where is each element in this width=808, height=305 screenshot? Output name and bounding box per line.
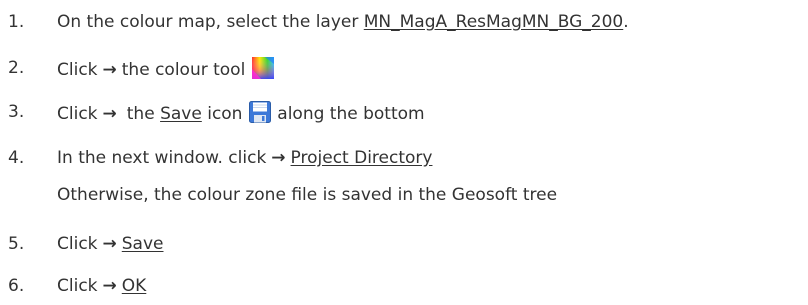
step-text-before: On the colour map, select the layer — [57, 12, 364, 32]
step-text: Click → OK — [57, 274, 146, 298]
save-link[interactable]: Save — [160, 104, 202, 124]
arrow-right-icon: → — [102, 60, 117, 80]
step-text-mid: the — [126, 104, 161, 124]
project-directory-link[interactable]: Project Directory — [291, 148, 433, 168]
step-text-mid2: icon — [201, 104, 243, 124]
step-text-after: . — [623, 12, 629, 32]
save-link[interactable]: Save — [122, 234, 164, 254]
step-text-before: Click — [57, 234, 98, 254]
step-text-before: In the next window. click — [57, 148, 267, 168]
step-text-after: the colour tool — [121, 60, 246, 80]
step-text-before: Click — [57, 276, 98, 296]
step-text: Click → Save — [57, 232, 164, 256]
step-text-before: Click — [57, 60, 98, 80]
layer-name-link[interactable]: MN_MagA_ResMagMN_BG_200 — [364, 12, 624, 32]
step-text: On the colour map, select the layer MN_M… — [57, 10, 629, 34]
ok-link[interactable]: OK — [122, 276, 147, 296]
step-text: Click → the colour tool — [57, 56, 275, 82]
arrow-right-icon: → — [102, 104, 117, 124]
step-number: 2. — [8, 58, 25, 78]
arrow-right-icon: → — [102, 234, 117, 254]
step-number: 5. — [8, 234, 25, 254]
note-text: Otherwise, the colour zone file is saved… — [57, 185, 558, 205]
step-text-before: Click — [57, 104, 98, 124]
save-icon[interactable] — [248, 100, 272, 124]
step-text: Click → the Save icon along the bottom — [57, 100, 425, 126]
colour-tool-icon[interactable] — [251, 56, 275, 80]
step-number: 4. — [8, 148, 25, 168]
step-number: 1. — [8, 12, 25, 32]
step-text: In the next window. click → Project Direct… — [57, 146, 432, 170]
instruction-list: 1. On the colour map, select the layer M… — [0, 0, 808, 305]
step-text-after: along the bottom — [277, 104, 425, 124]
step-number: 6. — [8, 276, 25, 296]
step-number: 3. — [8, 102, 25, 122]
arrow-right-icon: → — [271, 148, 286, 168]
arrow-right-icon: → — [102, 276, 117, 296]
